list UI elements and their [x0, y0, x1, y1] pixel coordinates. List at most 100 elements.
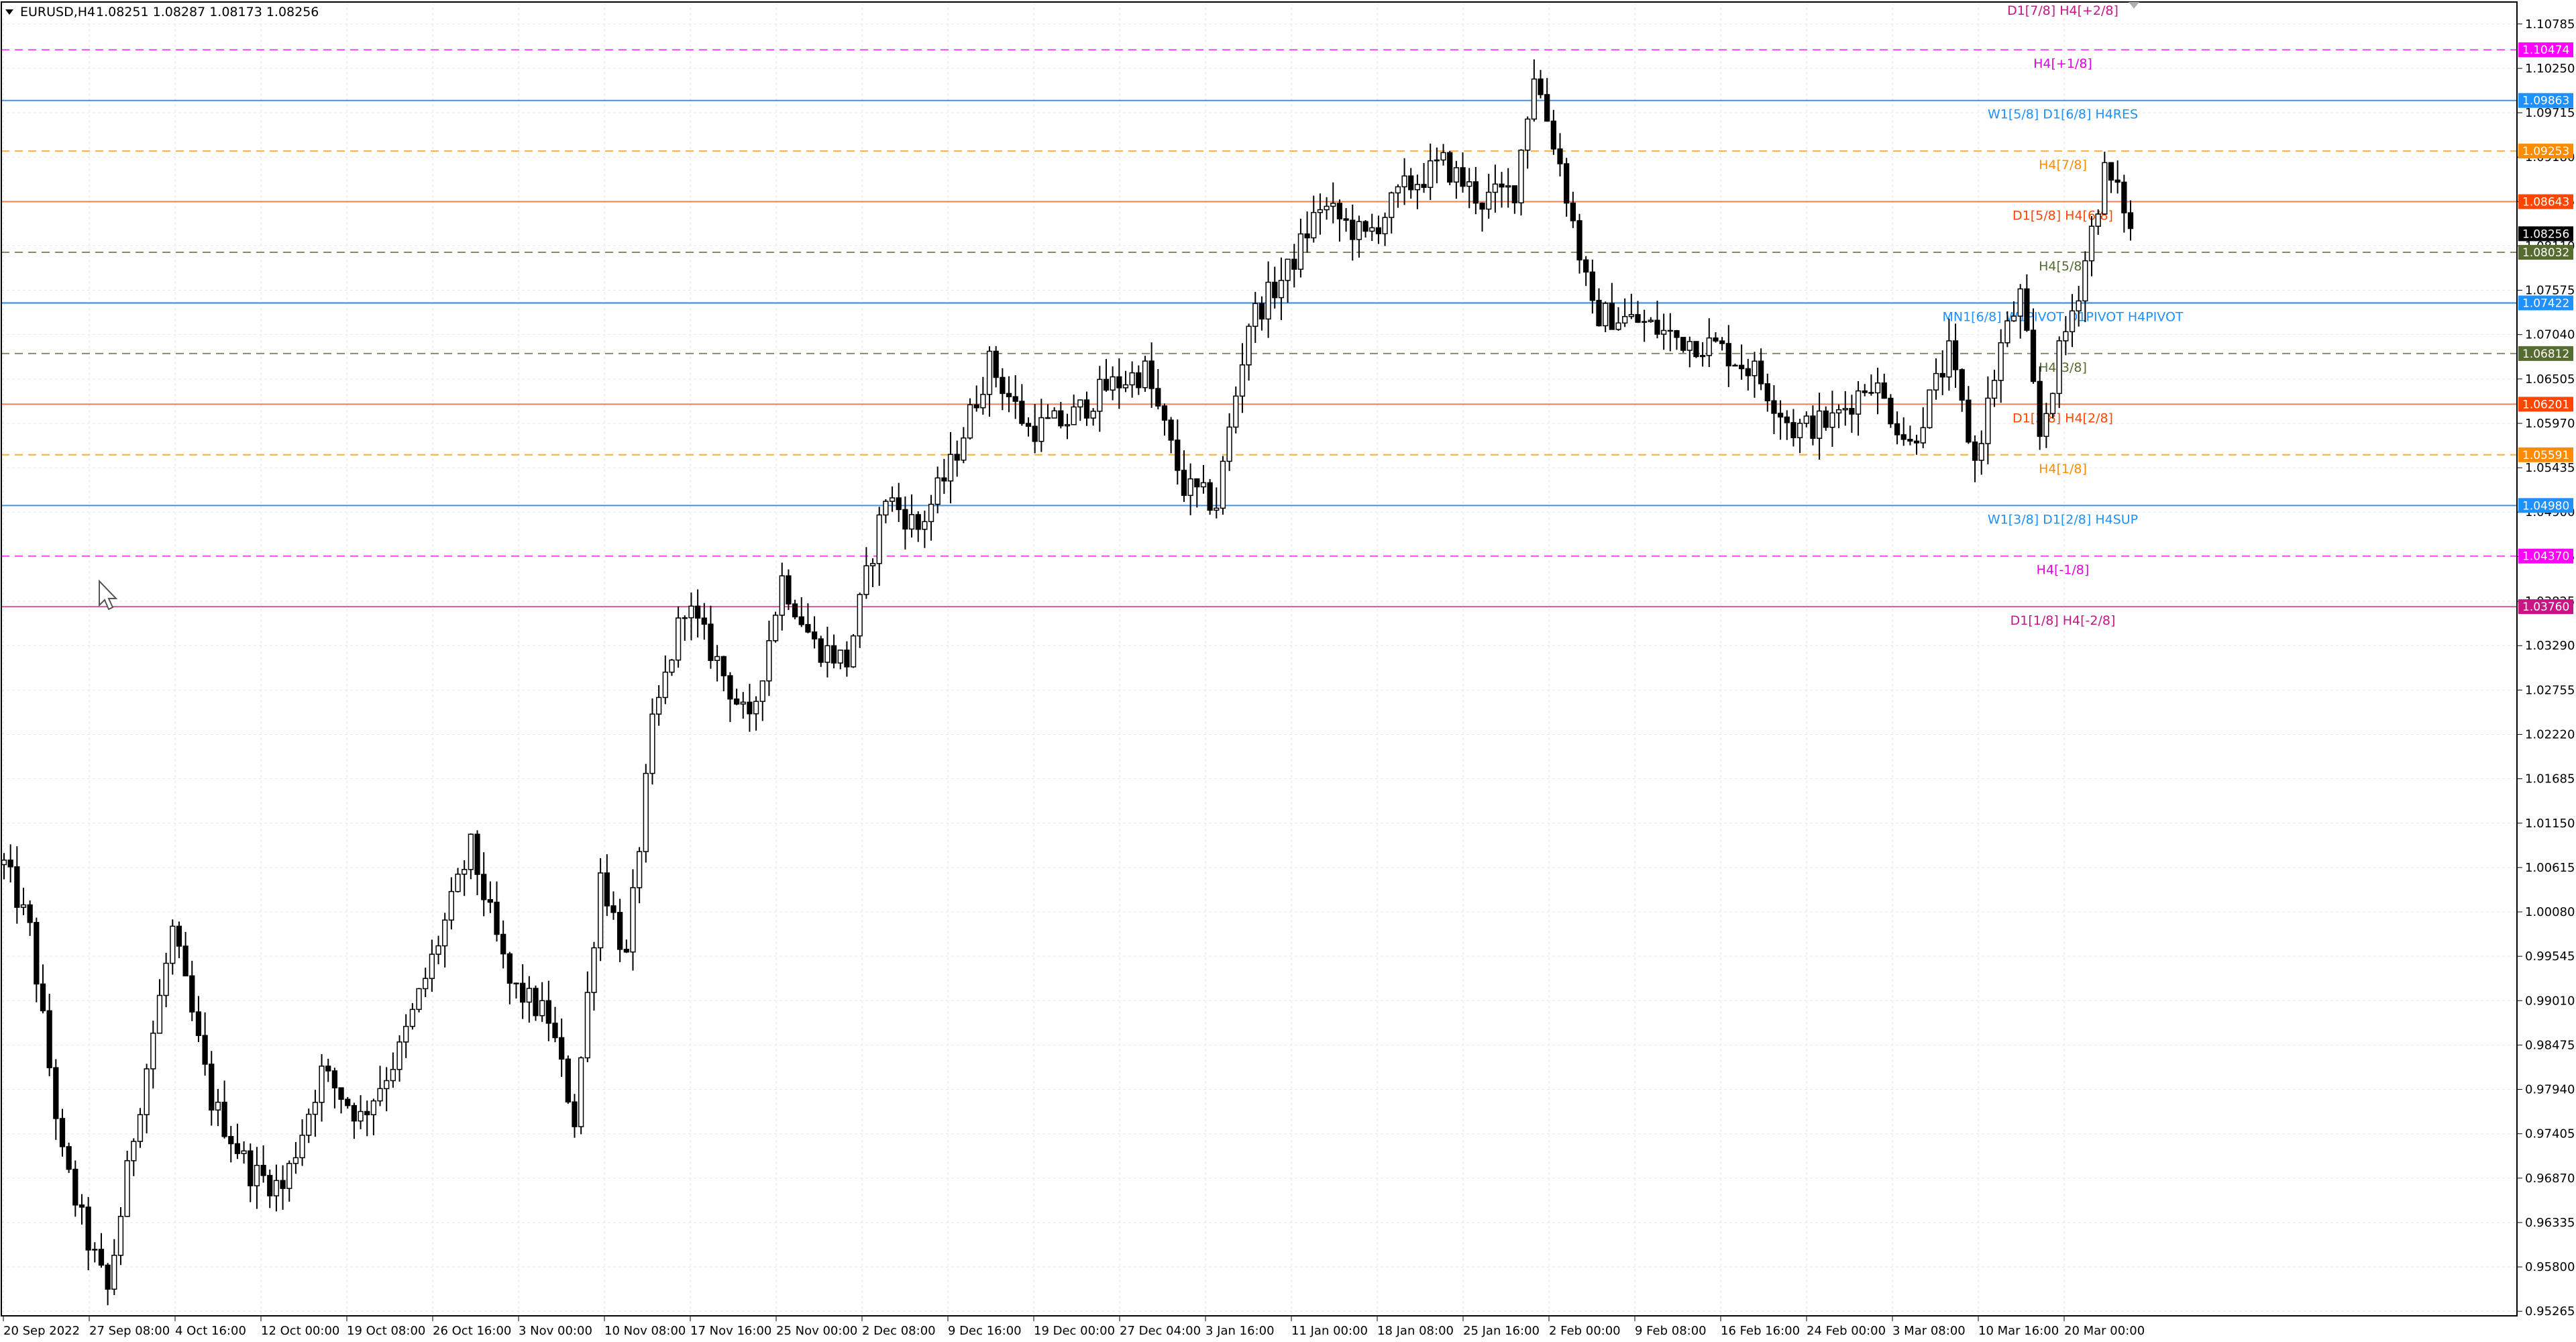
candle-body [844, 650, 850, 668]
candle-body [1758, 360, 1764, 384]
candle-body [1421, 184, 1427, 188]
level-price-tag-text: 1.09253 [2522, 145, 2569, 158]
candle-body [1110, 376, 1116, 391]
y-tick-label: 0.95800 [2525, 1260, 2575, 1274]
candle-body [1706, 337, 1712, 356]
candle-body [559, 1037, 565, 1060]
candle-body [1272, 281, 1278, 299]
candle-body [520, 982, 526, 1003]
candle-body [1642, 321, 1648, 323]
candle-body [163, 962, 169, 996]
candle-body [98, 1249, 105, 1266]
candle-body [967, 404, 973, 439]
candle-body [1, 860, 7, 866]
candle-body [137, 1114, 144, 1142]
candle-body [462, 869, 468, 875]
y-tick-label: 1.02220 [2525, 727, 2575, 741]
candle-body [312, 1102, 319, 1115]
candle-body [1064, 424, 1071, 427]
candle-body [351, 1104, 358, 1122]
candle-body [1952, 340, 1959, 370]
candle-body [1304, 233, 1310, 239]
candle-body [1622, 315, 1628, 324]
candle-body [409, 1009, 416, 1027]
price-chart[interactable]: D1[7/8] H4[+2/8] H4[+1/8] W1[5/8] D1[6/8] … [0, 0, 2576, 1339]
candle-body [53, 1067, 59, 1119]
candle-body [1181, 470, 1187, 497]
candle-body [1589, 271, 1595, 301]
candle-body [1168, 419, 1174, 441]
x-tick-label: 25 Jan 16:00 [1463, 1324, 1540, 1338]
candle-body [947, 454, 954, 482]
level-label: H4[-1/8] [2037, 563, 2090, 578]
level-price-tag-text: 1.08032 [2522, 246, 2569, 260]
candle-body [928, 503, 934, 523]
candle-body [1920, 427, 1926, 444]
candle-body [1576, 220, 1582, 261]
y-tick-label: 1.07040 [2525, 328, 2575, 342]
candle-body [92, 1249, 98, 1251]
level-label: W1[3/8] D1[2/8] H4SUP [1988, 512, 2138, 527]
candle-body [1330, 203, 1336, 207]
level-price-tag-text: 1.09863 [2522, 95, 2569, 108]
candle-body [1077, 399, 1083, 408]
x-tick-label: 18 Jan 08:00 [1377, 1324, 1454, 1338]
candle-body [248, 1150, 254, 1186]
candle-body [1907, 439, 1913, 442]
candle-body [986, 350, 993, 395]
x-tick-label: 10 Mar 16:00 [1978, 1324, 2059, 1338]
candle-body [1499, 183, 1505, 188]
candle-body [1343, 218, 1349, 221]
candle-body [630, 887, 636, 953]
y-tick-label: 0.97940 [2525, 1083, 2575, 1097]
candle-body [1777, 413, 1784, 418]
candle-body [786, 575, 792, 605]
y-tick-label: 1.02755 [2525, 683, 2575, 697]
candle-body [850, 635, 857, 668]
candle-body [1382, 217, 1388, 235]
x-tick-label: 12 Oct 00:00 [261, 1324, 339, 1338]
candle-body [2127, 212, 2134, 229]
candle-body [500, 933, 506, 955]
candle-body [1278, 280, 1285, 299]
chart-window[interactable]: D1[7/8] H4[+2/8] H4[+1/8] W1[5/8] D1[6/8] … [0, 0, 2576, 1339]
candle-body [390, 1069, 396, 1082]
candle-body [1175, 440, 1181, 471]
level-label: H4[3/8] [2039, 360, 2087, 375]
candle-body [1790, 422, 1796, 439]
candle-body [1479, 202, 1485, 210]
candle-body [747, 701, 753, 715]
candle-body [1103, 378, 1110, 391]
candle-body [111, 1255, 117, 1290]
candle-body [961, 437, 967, 461]
candle-body [1466, 181, 1472, 187]
candle-body [915, 514, 921, 530]
candle-body [1297, 233, 1304, 270]
level-price-tag-text: 1.05591 [2522, 449, 2569, 462]
candle-body [1311, 211, 1317, 239]
candle-body [2043, 413, 2049, 437]
candle-body [643, 772, 649, 852]
candle-body [863, 565, 869, 595]
candle-body [1842, 408, 1848, 411]
candle-body [1226, 426, 1232, 462]
candle-body [156, 994, 163, 1034]
candle-body [46, 1010, 52, 1068]
candle-body [1615, 322, 1621, 330]
candle-body [2024, 288, 2030, 331]
candle-body [1927, 389, 1933, 429]
candle-body [1764, 383, 1770, 402]
y-tick-label: 1.01150 [2525, 817, 2575, 831]
candle-body [811, 631, 818, 639]
candle-body [2030, 329, 2037, 382]
candle-body [176, 925, 182, 947]
candle-body [182, 945, 189, 977]
candle-body [234, 1143, 241, 1154]
candle-body [1187, 478, 1193, 497]
candle-body [2004, 320, 2010, 344]
level-label: MN1[6/8] W1PIVOT D1PIVOT H4PIVOT [1942, 309, 2183, 324]
candle-body [1732, 364, 1738, 367]
candle-body [2069, 310, 2076, 333]
candle-body [1129, 372, 1135, 386]
candle-body [1122, 384, 1129, 389]
